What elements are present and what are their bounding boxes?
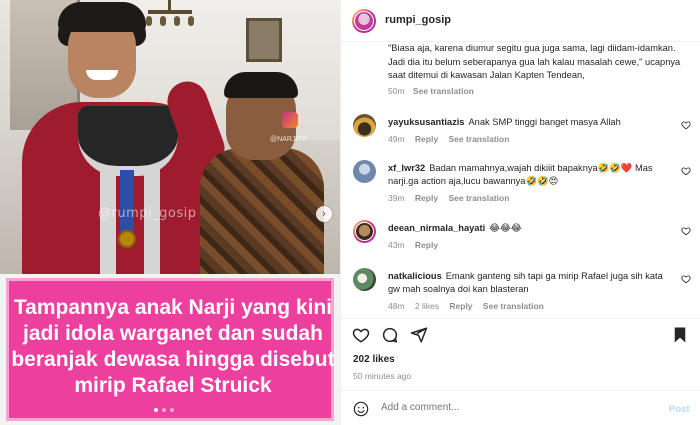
emoji-icon[interactable] (353, 401, 369, 417)
comment-username[interactable]: natkalicious (388, 271, 442, 281)
comment-avatar[interactable] (353, 220, 376, 243)
carousel-dot (154, 408, 158, 412)
likes-count[interactable]: 202 likes (353, 354, 395, 365)
post-button[interactable]: Post (669, 404, 690, 415)
watermark: @rumpi_gosip (98, 206, 197, 221)
post-photo: @NARJITV @rumpi_gosip (0, 0, 340, 274)
add-comment-input[interactable] (381, 402, 641, 413)
carousel-dots (154, 408, 174, 412)
heart-icon[interactable] (352, 326, 370, 344)
comment-time: 43m (388, 240, 405, 250)
comment-text: Anak SMP tinggi banget masya Allah (468, 117, 621, 127)
caption-time: 50m (388, 86, 405, 96)
comment-avatar[interactable] (353, 160, 376, 183)
comment-time: 49m (388, 134, 405, 144)
comment-meta: 49m Reply See translation (388, 134, 517, 144)
carousel-dot (170, 408, 174, 412)
heart-icon[interactable] (681, 274, 691, 284)
caption-meta: 50m See translation (388, 86, 474, 96)
add-comment-bar: Post (341, 390, 700, 425)
reply-button[interactable]: Reply (415, 193, 438, 203)
comment-text: Badan mamahnya,wajah dikiiit bapaknya🤣🤣❤… (388, 163, 653, 186)
comments-list: "Biasa aja, karena diumur segitu gua jug… (341, 42, 700, 317)
post-panel: rumpi_gosip "Biasa aja, karena diumur se… (340, 0, 700, 425)
comment-time: 48m (388, 301, 405, 311)
see-translation-link[interactable]: See translation (413, 86, 474, 96)
post-time: 50 minutes ago (353, 371, 412, 381)
comment-username[interactable]: deean_nirmala_hayati (388, 223, 485, 233)
reply-button[interactable]: Reply (415, 134, 438, 144)
post-media: @NARJITV @rumpi_gosip › Tampannya anak N… (0, 0, 340, 425)
batik-shirt (200, 148, 324, 274)
reply-button[interactable]: Reply (449, 301, 472, 311)
heart-icon[interactable] (681, 120, 691, 130)
comment-meta: 43m Reply (388, 240, 446, 250)
see-translation-link[interactable]: See translation (448, 134, 509, 144)
avatar[interactable] (352, 9, 376, 33)
caption-banner-text: Tampannya anak Narji yang kini jadi idol… (11, 296, 335, 397)
comment-icon[interactable] (381, 326, 399, 344)
share-icon[interactable] (410, 326, 428, 344)
carousel-dot (162, 408, 166, 412)
next-slide-button[interactable]: › (316, 206, 332, 222)
chevron-right-icon: › (322, 208, 326, 220)
post-username[interactable]: rumpi_gosip (385, 14, 451, 26)
watermark-small: @NARJITV (270, 136, 307, 143)
comment-likes[interactable]: 2 likes (415, 301, 439, 311)
comment-time: 39m (388, 193, 405, 203)
action-bar (341, 318, 700, 352)
caption-banner: Tampannya anak Narji yang kini jadi idol… (6, 278, 335, 421)
instagram-logo-icon (282, 112, 298, 128)
heart-icon[interactable] (681, 226, 691, 236)
comment-meta: 48m 2 likes Reply See translation (388, 301, 552, 311)
bookmark-icon[interactable] (671, 326, 689, 344)
caption-body: "Biasa aja, karena diumur segitu gua jug… (388, 43, 681, 80)
comment-avatar[interactable] (353, 114, 376, 137)
comment-meta: 39m Reply See translation (388, 193, 517, 203)
comment-username[interactable]: xf_lwr32 (388, 163, 425, 173)
medal (118, 230, 136, 248)
heart-icon[interactable] (681, 166, 691, 176)
comment-avatar[interactable] (353, 268, 376, 291)
comment-username[interactable]: yayuksusantiazis (388, 117, 464, 127)
comment-text: 😂😂😂 (489, 223, 522, 233)
reply-button[interactable]: Reply (415, 240, 438, 250)
post-header: rumpi_gosip (341, 0, 700, 42)
chandelier (140, 0, 200, 38)
see-translation-link[interactable]: See translation (483, 301, 544, 311)
see-translation-link[interactable]: See translation (448, 193, 509, 203)
